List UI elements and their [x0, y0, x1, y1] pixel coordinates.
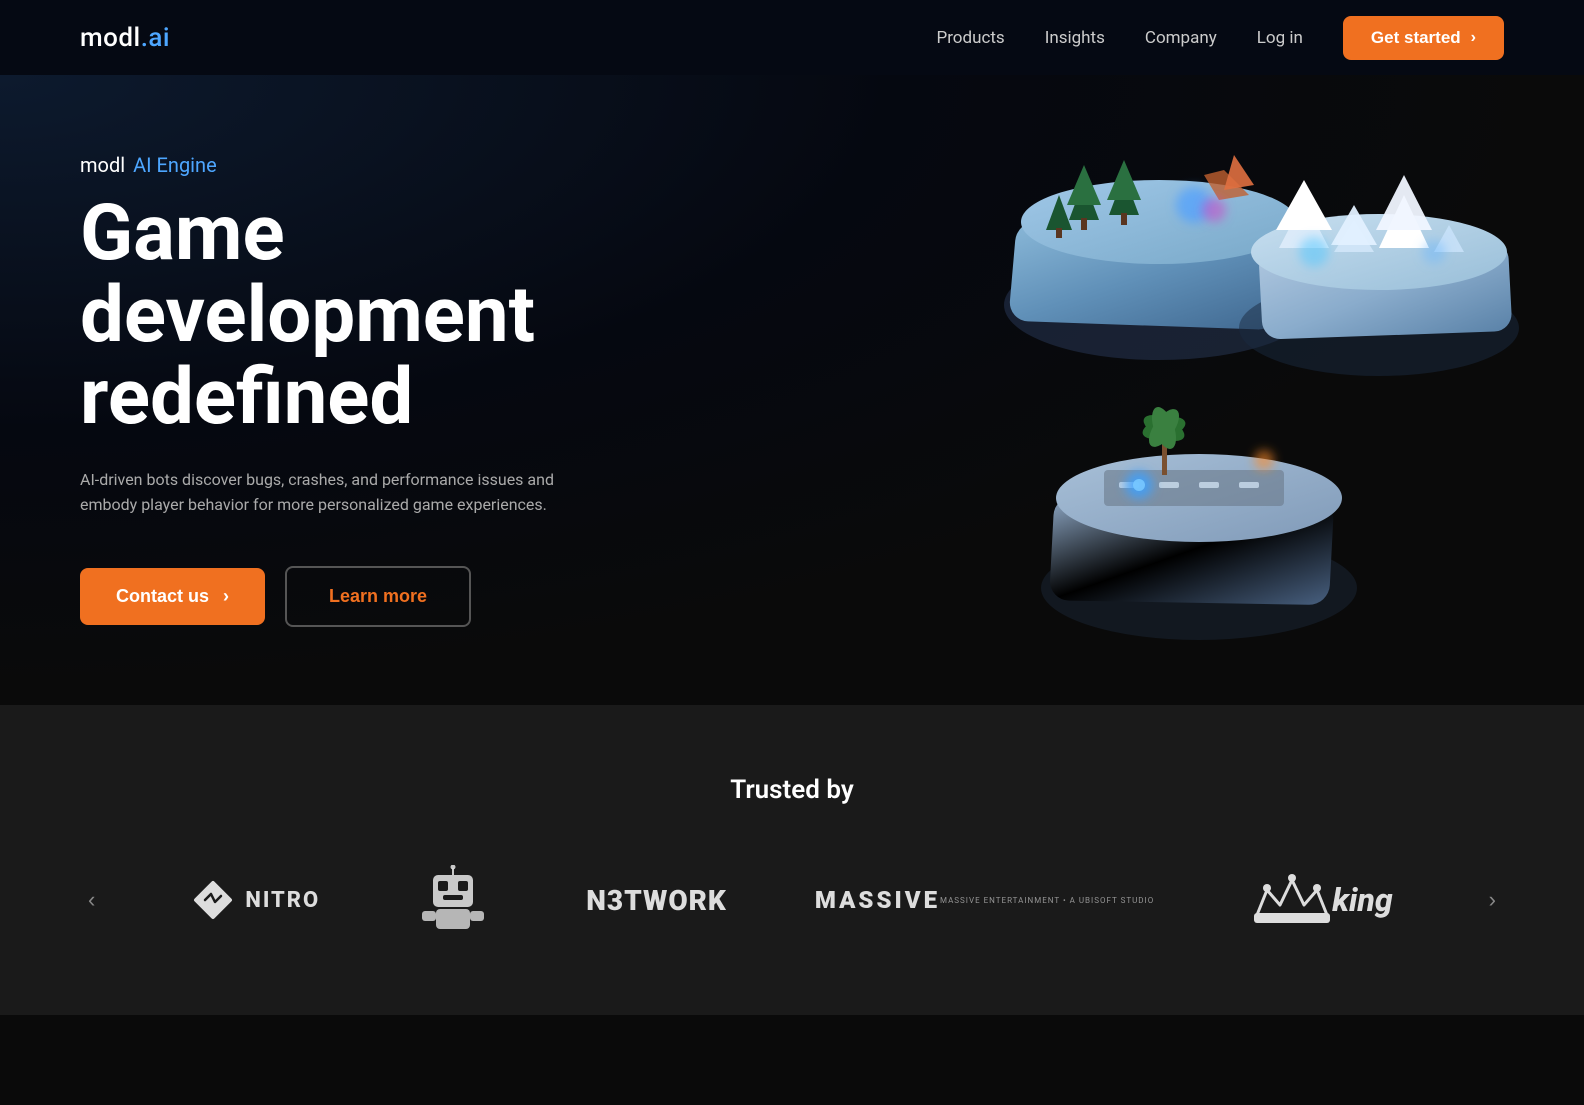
- massive-logo: MASSIVE MASSIVE ENTERTAINMENT • A UBISOF…: [815, 886, 1154, 914]
- header: modl.ai Products Insights Company Log in…: [0, 0, 1584, 75]
- hero-title: Game development redefined: [80, 193, 680, 439]
- main-nav: Products Insights Company Log in Get sta…: [936, 16, 1504, 60]
- king-name: king: [1332, 881, 1392, 919]
- nav-products[interactable]: Products: [936, 28, 1004, 48]
- logos-row: ‹ NITRO: [80, 865, 1504, 935]
- nitro-logo-text: NITRO: [191, 878, 320, 922]
- trusted-title: Trusted by: [80, 775, 1504, 805]
- hero-section: modl AI Engine Game development redefine…: [0, 75, 1584, 705]
- contact-us-button[interactable]: Contact us ›: [80, 568, 265, 625]
- nitro-icon: [191, 878, 235, 922]
- get-started-label: Get started: [1371, 28, 1461, 48]
- bighuge-logo: [408, 865, 498, 935]
- logo-suffix: .ai: [141, 23, 170, 53]
- get-started-arrow: ›: [1471, 29, 1476, 47]
- logos-next-button[interactable]: ›: [1481, 879, 1504, 921]
- eyebrow-modl: modl: [80, 153, 125, 177]
- n3twork-name: N3TWORK: [586, 884, 727, 917]
- logos-prev-button[interactable]: ‹: [80, 879, 103, 921]
- hero-content: modl AI Engine Game development redefine…: [80, 153, 680, 627]
- trusted-section: Trusted by ‹ NITRO: [0, 705, 1584, 1015]
- nav-login[interactable]: Log in: [1257, 28, 1303, 48]
- king-logo: king king: [1242, 870, 1392, 930]
- eyebrow-highlight: AI Engine: [133, 153, 217, 177]
- nav-insights[interactable]: Insights: [1045, 28, 1105, 48]
- massive-name: MASSIVE: [815, 886, 940, 914]
- king-icon: king: [1242, 870, 1342, 930]
- massive-subtitle: MASSIVE ENTERTAINMENT • A UBISOFT STUDIO: [940, 896, 1154, 905]
- bighuge-icon: [408, 865, 498, 935]
- contact-label: Contact us: [116, 586, 209, 607]
- nitro-name: NITRO: [245, 888, 320, 913]
- hero-eyebrow: modl AI Engine: [80, 153, 680, 177]
- logo-modl: modl: [80, 23, 141, 53]
- logo-text: modl.ai: [80, 23, 170, 53]
- learn-more-label: Learn more: [329, 586, 427, 606]
- get-started-button[interactable]: Get started ›: [1343, 16, 1504, 60]
- learn-more-button[interactable]: Learn more: [285, 566, 471, 627]
- hero-visual: [884, 75, 1584, 705]
- contact-arrow: ›: [223, 586, 229, 607]
- nitro-logo: NITRO: [191, 878, 320, 922]
- hero-buttons: Contact us › Learn more: [80, 566, 680, 627]
- hero-description: AI-driven bots discover bugs, crashes, a…: [80, 467, 560, 518]
- logo[interactable]: modl.ai: [80, 23, 170, 53]
- nav-company[interactable]: Company: [1145, 28, 1217, 48]
- n3twork-logo: N3TWORK: [586, 884, 727, 917]
- game-world-illustration: [944, 120, 1524, 660]
